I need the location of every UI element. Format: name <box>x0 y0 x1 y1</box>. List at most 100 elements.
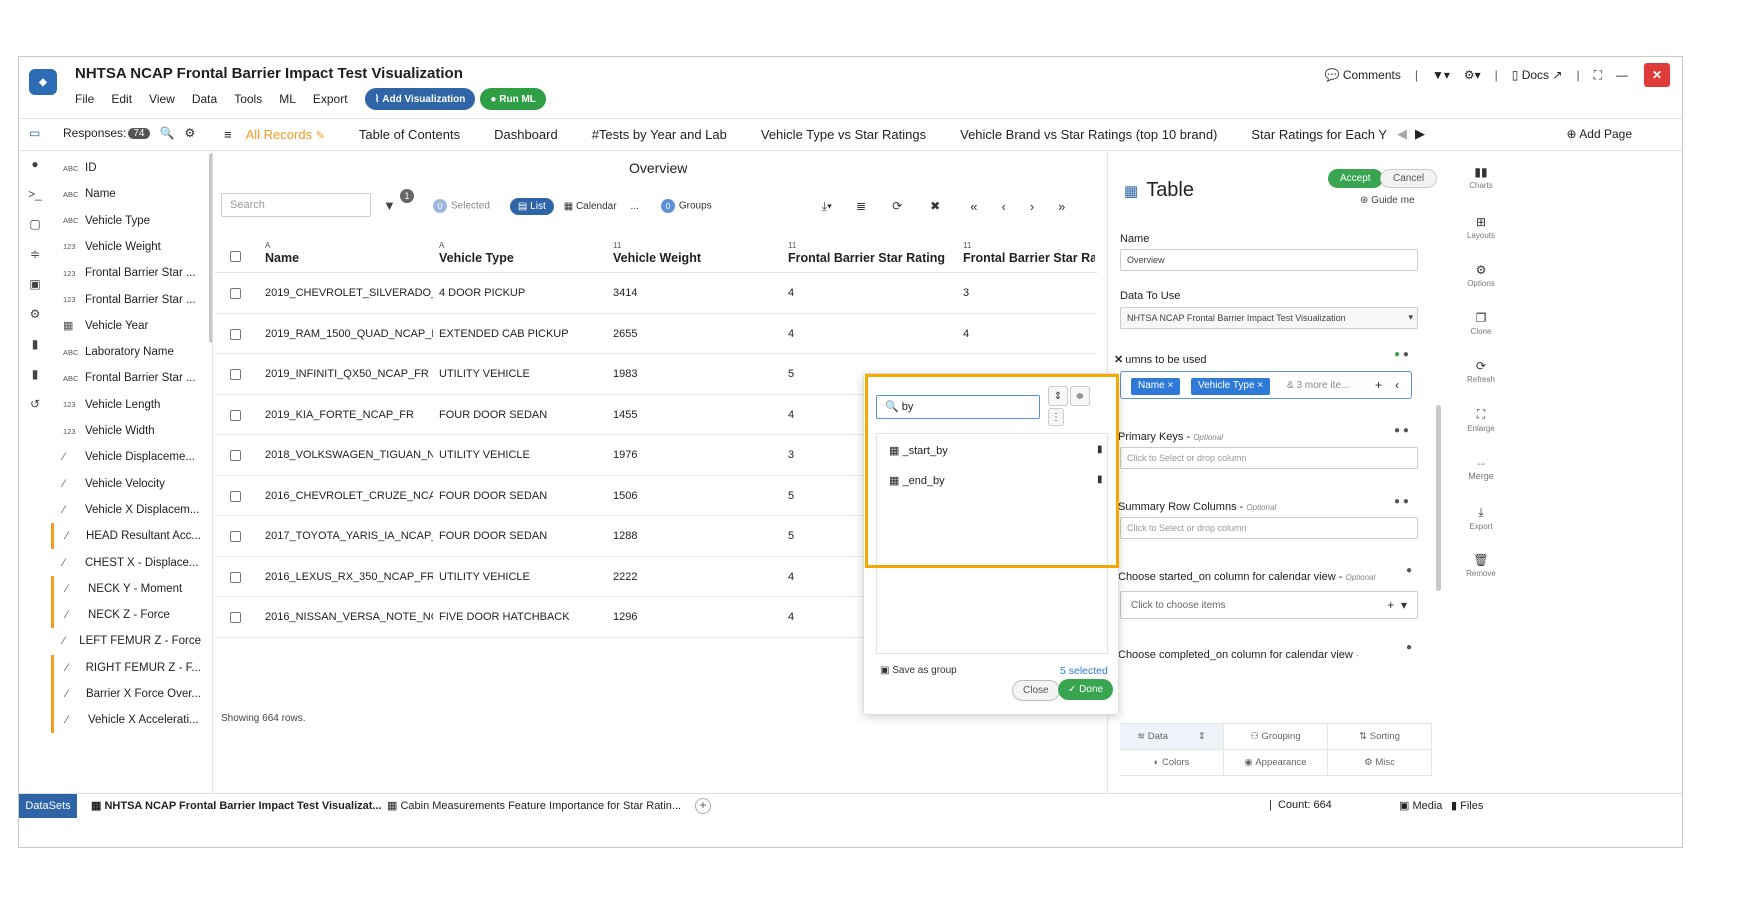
files-button[interactable]: ▮ Files <box>1451 799 1483 812</box>
tab-table-of-contents[interactable]: Table of Contents <box>359 127 460 142</box>
row-checkbox[interactable] <box>230 450 241 461</box>
column-item[interactable]: ∕ HEAD Resultant Acc... <box>51 523 201 550</box>
rail-merge[interactable]: ↔ Merge <box>1461 455 1501 481</box>
history-icon[interactable]: ↺ <box>27 397 43 413</box>
image-icon[interactable]: ▣ <box>27 277 43 293</box>
first-page-icon[interactable]: « <box>970 199 977 214</box>
plus-icon[interactable]: + <box>1375 378 1382 392</box>
tab-data[interactable]: ≋ Data ⇕ <box>1120 724 1224 750</box>
remove-chip-icon[interactable]: × <box>1257 380 1263 391</box>
rail-clone[interactable]: ❐ Clone <box>1461 311 1501 336</box>
menu-ml[interactable]: ML <box>279 92 296 106</box>
search-icon[interactable]: 🔍 <box>160 126 175 140</box>
tab-vehicle-brand-vs-star[interactable]: Vehicle Brand vs Star Ratings (top 10 br… <box>960 127 1217 142</box>
column-item[interactable]: ∕ Vehicle Velocity <box>51 471 201 497</box>
tab-grouping[interactable]: ⚇ Grouping <box>1224 724 1328 750</box>
save-as-group-link[interactable]: ▣ Save as group <box>880 665 957 676</box>
prev-page-icon[interactable]: ‹ <box>1001 199 1005 214</box>
rail-charts[interactable]: ▮▮ Charts <box>1461 165 1501 190</box>
column-list-scrollbar[interactable] <box>209 153 212 343</box>
media-button[interactable]: ▣ Media <box>1399 799 1442 812</box>
more-items-text[interactable]: & 3 more ite... <box>1287 380 1349 391</box>
scroll-tabs-left-icon[interactable]: ◀ <box>1397 126 1407 142</box>
row-checkbox[interactable] <box>230 612 241 623</box>
select-all-checkbox[interactable] <box>230 251 241 262</box>
row-checkbox[interactable] <box>230 369 241 380</box>
tab-vehicle-type-vs-star[interactable]: Vehicle Type vs Star Ratings <box>761 127 926 142</box>
calendar-view-button[interactable]: ▦ Calendar <box>564 201 617 212</box>
column-item[interactable]: 123 Frontal Barrier Star ... <box>51 260 201 286</box>
add-page-button[interactable]: ⊕ Add Page <box>1567 127 1632 141</box>
close-icon[interactable]: ✕ <box>1114 354 1123 366</box>
tab-sorting[interactable]: ⇅ Sorting <box>1328 724 1432 750</box>
edit-icon[interactable]: ✎ <box>316 130 325 142</box>
header-vehicle-type[interactable]: A Vehicle Type <box>439 241 514 265</box>
comments-button[interactable]: 💬 Comments <box>1325 68 1401 82</box>
menu-export[interactable]: Export <box>313 92 348 106</box>
sliders-icon[interactable]: ≑ <box>27 247 43 263</box>
column-item[interactable]: ∕ RIGHT FEMUR Z - F... <box>51 654 201 681</box>
menu-tools[interactable]: Tools <box>234 92 262 106</box>
app-logo-icon[interactable]: ◆ <box>29 69 57 95</box>
column-item[interactable]: ∕ Vehicle X Accelerati... <box>51 707 201 734</box>
help-icon[interactable]: ● <box>1406 642 1412 653</box>
tab-dashboard[interactable]: Dashboard <box>494 127 558 142</box>
columns-settings-icon[interactable]: ≣ <box>856 199 866 213</box>
cancel-button[interactable]: Cancel <box>1380 169 1438 188</box>
collapse-icon[interactable]: ✖ <box>930 199 940 213</box>
list-view-button[interactable]: ▤ List <box>509 197 554 215</box>
row-checkbox[interactable] <box>230 571 241 583</box>
dataset-tab-nhtsa[interactable]: ▦ NHTSA NCAP Frontal Barrier Impact Test… <box>91 799 382 812</box>
menu-view[interactable]: View <box>149 92 175 106</box>
next-page-icon[interactable]: › <box>1030 199 1034 214</box>
monitor-icon[interactable]: ▭ <box>29 126 40 140</box>
scroll-tabs-right-icon[interactable]: ▶ <box>1415 126 1425 142</box>
column-item[interactable]: ▦ Vehicle Year <box>51 313 201 339</box>
table-row[interactable]: 2019_CHEVROLET_SILVERADO_25 4 DOOR PICKUP… <box>215 273 1097 314</box>
add-visualization-button[interactable]: ⌇ Add Visualization <box>364 88 476 110</box>
search-input[interactable]: Search <box>221 193 371 217</box>
column-item[interactable]: ∕ Vehicle X Displacem... <box>51 497 201 523</box>
menu-data[interactable]: Data <box>192 92 217 106</box>
filter-menu-button[interactable]: ▼▾ <box>1432 68 1450 82</box>
column-item[interactable]: ABC Name <box>51 181 201 207</box>
gear-icon[interactable]: ⚙ <box>184 126 195 140</box>
row-checkbox[interactable] <box>230 531 241 542</box>
column-item[interactable]: ∕ CHEST X - Displace... <box>51 550 201 576</box>
docs-link[interactable]: ▯ Docs ↗ <box>1512 68 1563 82</box>
hamburger-menu-icon[interactable]: ≡ <box>224 127 232 142</box>
tab-star-ratings-each[interactable]: Star Ratings for Each Y <box>1251 127 1387 142</box>
info-icon[interactable]: ● <box>1403 496 1409 507</box>
column-item[interactable]: ∕ Vehicle Displaceme... <box>51 444 201 470</box>
more-options-button[interactable]: ... <box>631 201 639 212</box>
column-item[interactable]: ABC Laboratory Name <box>51 339 201 365</box>
gear-icon[interactable]: ⚙ <box>27 307 43 323</box>
summary-row-input[interactable]: Click to Select or drop column <box>1120 517 1418 539</box>
minimize-button[interactable]: — <box>1616 68 1628 82</box>
column-item[interactable]: ABC ID <box>51 155 201 181</box>
terminal-icon[interactable]: >_ <box>27 187 43 203</box>
selected-toggle[interactable]: 0 Selected <box>433 199 490 213</box>
rail-export[interactable]: ⤓ Export <box>1461 505 1501 531</box>
column-item[interactable]: ABC Frontal Barrier Star ... <box>51 365 201 391</box>
data-to-use-select[interactable]: NHTSA NCAP Frontal Barrier Impact Test V… <box>1120 307 1418 329</box>
close-button[interactable]: Close <box>1012 680 1060 701</box>
column-item[interactable]: ∕ LEFT FEMUR Z - Force <box>51 628 201 654</box>
file-icon[interactable]: ▮ <box>27 337 43 353</box>
info-icon[interactable]: ● <box>1403 425 1409 436</box>
chip-name[interactable]: Name × <box>1131 378 1181 395</box>
column-item[interactable]: ∕ NECK Z - Force <box>51 602 201 629</box>
fullscreen-button[interactable]: ⛶ <box>1594 68 1602 83</box>
column-item[interactable]: ∕ NECK Y - Moment <box>51 575 201 602</box>
tab-appearance[interactable]: ◉ Appearance <box>1224 750 1328 776</box>
done-button[interactable]: ✓ Done <box>1058 679 1114 700</box>
row-checkbox[interactable] <box>230 409 241 421</box>
tab-all-records[interactable]: All Records ✎ <box>246 127 325 142</box>
settings-menu-button[interactable]: ⚙▾ <box>1464 68 1481 82</box>
tab-misc[interactable]: ⚙ Misc <box>1328 750 1432 776</box>
header-frontal-barrier-star-rating[interactable]: 11 Frontal Barrier Star Rating <box>788 241 945 265</box>
square-icon[interactable]: ▢ <box>27 217 43 233</box>
file-alt-icon[interactable]: ▮ <box>27 367 43 383</box>
column-item[interactable]: 123 Vehicle Length <box>51 392 201 418</box>
rail-remove[interactable]: 🗑 Remove <box>1461 553 1501 578</box>
